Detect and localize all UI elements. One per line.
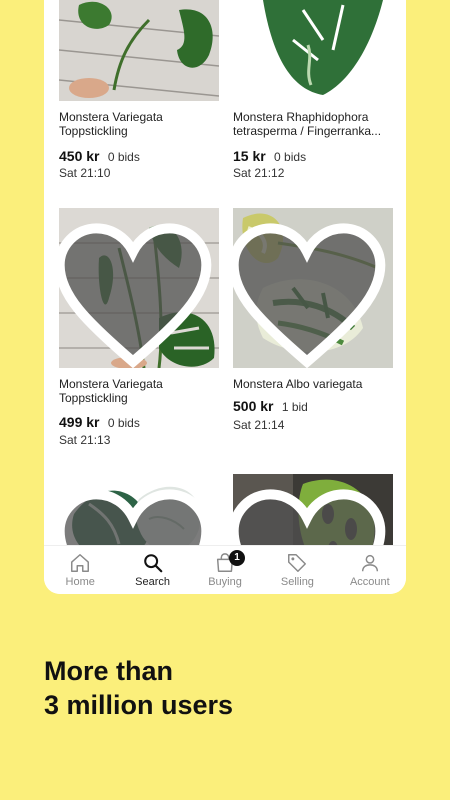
listing-end-time: Sat 21:12 — [233, 166, 285, 180]
favorite-heart-icon[interactable] — [233, 215, 387, 368]
promo-headline-line1: More than — [44, 656, 174, 686]
listing-bids: 0 bids — [107, 150, 140, 164]
listing-title: Monstera Variegata Toppstickling — [59, 377, 163, 405]
search-icon — [143, 554, 162, 573]
listing-title: Monstera Variegata Toppstickling — [59, 110, 163, 138]
tab-label: Home — [65, 576, 95, 588]
favorite-heart-icon[interactable] — [233, 481, 387, 545]
tab-search[interactable]: Search — [116, 546, 188, 594]
listing-bids: 1 bid — [281, 400, 308, 414]
listing-price-row: 450 kr 0 bids — [59, 148, 140, 164]
listing-end-time: Sat 21:13 — [59, 433, 111, 447]
listing-price: 450 kr — [59, 148, 100, 164]
listing-image — [233, 208, 393, 368]
listing-image — [59, 0, 219, 101]
listing-end-time: Sat 21:14 — [233, 418, 285, 432]
listing-image — [233, 0, 393, 101]
listing-image — [59, 474, 219, 545]
listing-price-row: 499 kr 0 bids — [59, 414, 140, 430]
notification-badge: 1 — [229, 550, 246, 566]
tab-label: Account — [349, 576, 390, 588]
listing-end-time: Sat 21:10 — [59, 166, 111, 180]
tab-account[interactable]: Account — [334, 546, 406, 594]
listing-image — [59, 208, 219, 368]
listing-price: 499 kr — [59, 414, 100, 430]
favorite-heart-icon[interactable] — [59, 215, 213, 368]
tab-selling[interactable]: Selling — [261, 546, 333, 594]
listing-grid: Monstera Variegata Toppstickling 450 kr … — [44, 0, 406, 545]
promo-headline-line2: 3 million users — [44, 690, 234, 720]
tab-label: Buying — [208, 576, 242, 588]
listing-bids: 0 bids — [274, 150, 307, 164]
listing-price-row: 500 kr 1 bid — [233, 398, 308, 414]
listing-price: 500 kr — [233, 398, 274, 414]
tab-buying[interactable]: 1 Buying — [189, 546, 261, 594]
app-screen: Monstera Variegata Toppstickling 450 kr … — [44, 0, 406, 594]
promo-headline: More than 3 million users — [44, 654, 404, 722]
tab-label: Selling — [280, 576, 314, 588]
listing-price-row: 15 kr 0 bids — [233, 148, 306, 164]
home-icon — [71, 554, 90, 572]
listing-bids: 0 bids — [107, 416, 140, 430]
bottom-tab-bar: Home Search 1 Buying Selling Account — [44, 545, 406, 594]
tag-icon — [288, 554, 307, 572]
listing-price: 15 kr — [233, 148, 266, 164]
favorite-heart-icon[interactable] — [59, 481, 213, 545]
listing-image — [233, 474, 393, 545]
tab-label: Search — [135, 576, 171, 588]
listing-title: Monstera Rhaphidophora tetrasperma / Fin… — [233, 110, 382, 138]
tab-home[interactable]: Home — [44, 546, 116, 594]
person-icon — [361, 554, 378, 572]
listing-title: Monstera Albo variegata — [233, 377, 363, 391]
